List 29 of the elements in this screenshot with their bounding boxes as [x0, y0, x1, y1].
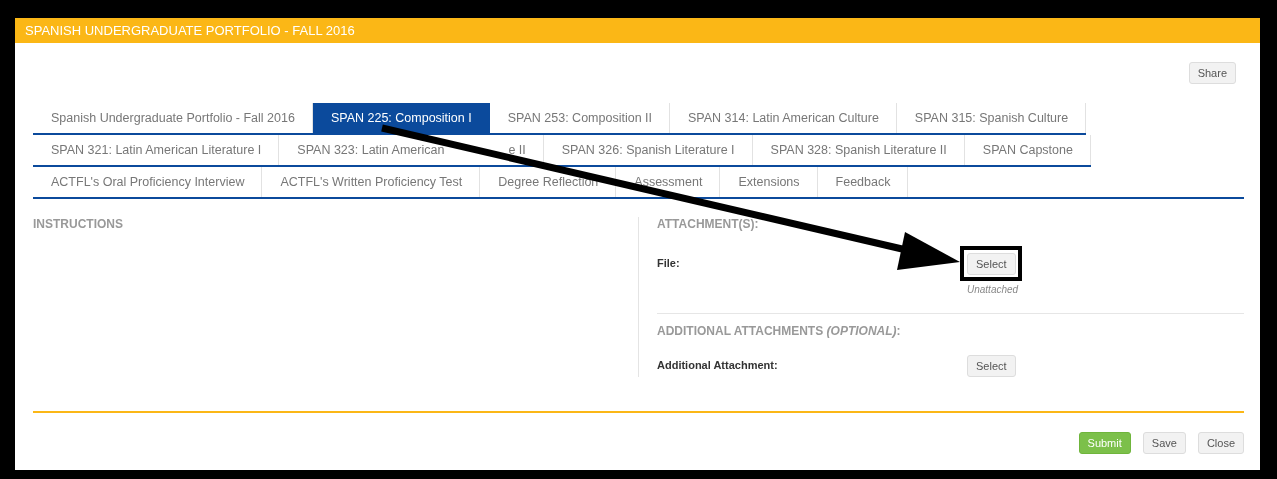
tab[interactable]: SPAN 328: Spanish Literature II [752, 135, 965, 165]
tab[interactable]: SPAN Capstone [964, 135, 1091, 165]
footer-button[interactable]: Save [1142, 432, 1186, 454]
tab[interactable]: SPAN 315: Spanish Culture [896, 103, 1087, 133]
tab[interactable]: ACTFL's Oral Proficiency Interview [33, 167, 263, 197]
tab[interactable]: Feedback [817, 167, 909, 197]
section-heading: ATTACHMENT(S): [657, 217, 760, 231]
tab[interactable]: SPAN 225: Composition I [312, 103, 490, 133]
share-button[interactable]: Share [1188, 62, 1236, 84]
attachment-status: Unattached [967, 284, 1019, 295]
tab[interactable]: Spanish Undergraduate Portfolio - Fall 2016 [33, 103, 313, 133]
section-heading: ADDITIONAL ATTACHMENTS (OPTIONAL): [657, 324, 902, 338]
window-title: SPANISH UNDERGRADUATE PORTFOLIO - FALL 2016 [15, 18, 1260, 43]
tab[interactable]: SPAN 323: Latin American e II [279, 135, 544, 165]
field-label: File: [657, 256, 681, 271]
highlight-frame [960, 246, 1022, 281]
field-label: Additional Attachment: [657, 358, 779, 373]
tab[interactable]: ACTFL's Written Proficiency Test [262, 167, 481, 197]
tab[interactable]: SPAN 326: Spanish Literature I [543, 135, 753, 165]
section-heading: INSTRUCTIONS [33, 217, 124, 231]
tab[interactable]: SPAN 314: Latin American Culture [670, 103, 897, 133]
footer-button[interactable]: Close [1197, 432, 1244, 454]
select-button[interactable]: Select [967, 355, 1016, 377]
tab[interactable]: Degree Reflection [480, 167, 617, 197]
tab[interactable]: SPAN 321: Latin American Literature I [33, 135, 280, 165]
tab[interactable]: SPAN 253: Composition II [489, 103, 670, 133]
select-button[interactable]: Select [967, 253, 1016, 275]
tab[interactable]: Assessment [616, 167, 721, 197]
tab[interactable]: Extensions [720, 167, 818, 197]
